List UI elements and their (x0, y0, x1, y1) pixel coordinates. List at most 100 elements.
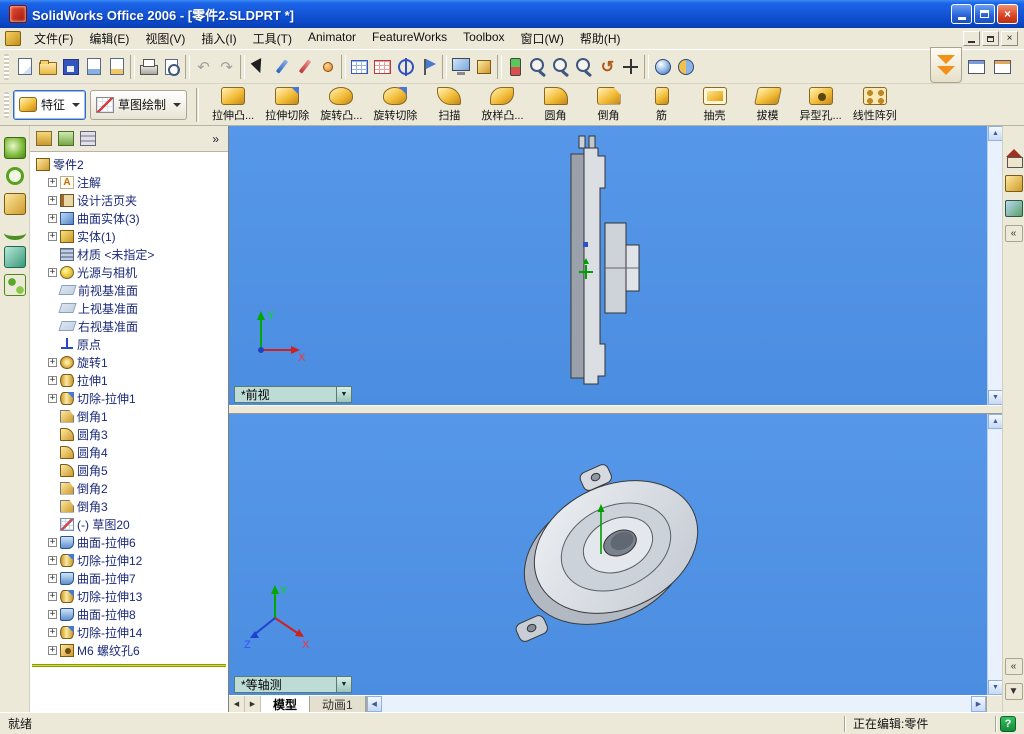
expander-icon[interactable] (48, 340, 57, 349)
rollback-bar[interactable] (32, 664, 226, 667)
tree-item[interactable]: + 光源与相机 (30, 263, 228, 281)
tree-item[interactable]: + M6 螺纹孔6 (30, 641, 228, 659)
feature-button[interactable]: 筋 (637, 86, 687, 124)
feature-button[interactable]: 旋转凸... (316, 86, 366, 124)
expander-icon[interactable]: + (48, 555, 57, 565)
save-icon[interactable] (59, 55, 82, 79)
tree-item[interactable]: 倒角2 (30, 479, 228, 497)
feature-button[interactable]: 倒角 (584, 86, 634, 124)
task-pane-window-icon[interactable] (965, 55, 988, 79)
viewport-scrollbar[interactable]: ▲ ▼ (987, 414, 1002, 695)
menu-item[interactable]: 插入(I) (193, 28, 244, 49)
make-assembly-icon[interactable] (105, 55, 128, 79)
tab-animation1[interactable]: 动画1 (310, 696, 366, 712)
expander-icon[interactable] (48, 322, 57, 331)
panel-expand-chevron-icon[interactable]: » (209, 132, 222, 146)
rotate-view-icon[interactable] (596, 55, 619, 79)
close-button[interactable]: × (997, 4, 1018, 24)
redo-icon[interactable] (215, 55, 238, 79)
tree-item[interactable]: + 曲面-拉伸8 (30, 605, 228, 623)
equations-icon[interactable] (371, 55, 394, 79)
task-pane-chevron-button[interactable] (930, 46, 962, 83)
expander-icon[interactable]: + (48, 573, 57, 583)
expander-icon[interactable] (48, 412, 57, 421)
helix-tool-icon[interactable] (3, 274, 26, 296)
tree-item[interactable]: 上视基准面 (30, 299, 228, 317)
toolbar-drag-handle[interactable] (4, 53, 9, 80)
expander-icon[interactable]: + (48, 375, 57, 385)
tree-item[interactable]: 倒角1 (30, 407, 228, 425)
expander-icon[interactable]: + (48, 627, 57, 637)
expander-icon[interactable]: + (48, 195, 57, 205)
expander-icon[interactable]: + (48, 645, 57, 655)
feature-button[interactable]: 圆角 (531, 86, 581, 124)
pan-icon[interactable] (619, 55, 642, 79)
menu-item[interactable]: 文件(F) (26, 28, 81, 49)
chevron-down-icon[interactable]: ▼ (336, 387, 351, 402)
help-icon[interactable]: ? (1000, 715, 1016, 732)
select-icon[interactable] (247, 55, 270, 79)
menu-item[interactable]: Animator (300, 28, 364, 49)
featuremanager-tab-icon[interactable] (36, 131, 52, 146)
restore-button[interactable] (974, 4, 995, 24)
design-table-icon[interactable] (348, 55, 371, 79)
expander-icon[interactable] (48, 466, 57, 475)
expander-icon[interactable] (48, 484, 57, 493)
scroll-left-icon[interactable]: ◀ (366, 696, 382, 712)
minimize-button[interactable] (951, 4, 972, 24)
display-style-icon[interactable] (472, 55, 495, 79)
tree-item[interactable]: 原点 (30, 335, 228, 353)
tree-item[interactable]: 圆角3 (30, 425, 228, 443)
tree-item[interactable]: + 注解 (30, 173, 228, 191)
appearance-icon[interactable] (1004, 175, 1023, 192)
view-orientation-icon[interactable] (449, 55, 472, 79)
expander-icon[interactable]: + (48, 591, 57, 601)
menu-item[interactable]: 帮助(H) (572, 28, 629, 49)
scroll-up-icon[interactable]: ▲ (988, 126, 1002, 141)
tree-item[interactable]: + 切除-拉伸14 (30, 623, 228, 641)
print-preview-icon[interactable] (160, 55, 183, 79)
expander-icon[interactable]: + (48, 213, 57, 223)
filter-flag-icon[interactable] (417, 55, 440, 79)
tree-item[interactable]: + 旋转1 (30, 353, 228, 371)
selection-filter-icon[interactable] (394, 55, 417, 79)
feature-button[interactable]: 扫描 (424, 86, 474, 124)
feature-button[interactable]: 线性阵列 (849, 86, 901, 124)
feature-button[interactable]: 异型孔... (796, 86, 846, 124)
expander-icon[interactable]: + (48, 177, 57, 187)
open-icon[interactable] (36, 55, 59, 79)
features-tab-button[interactable]: 特征 (13, 89, 87, 120)
mdi-minimize-button[interactable] (963, 31, 980, 46)
menu-item[interactable]: FeatureWorks (364, 28, 455, 49)
tree-item[interactable]: + 设计活页夹 (30, 191, 228, 209)
expander-icon[interactable] (48, 448, 57, 457)
expander-icon[interactable] (48, 304, 57, 313)
mdi-close-button[interactable]: × (1001, 31, 1018, 46)
curve-tool-icon[interactable] (3, 226, 26, 240)
viewport-scrollbar[interactable]: ▲ ▼ (987, 126, 1002, 405)
scroll-right-icon[interactable]: ▶ (971, 696, 986, 712)
viewport-isometric[interactable]: Y X Z *等轴测 ▼ ▲ ▼ (229, 414, 1002, 695)
tree-item[interactable]: + 实体(1) (30, 227, 228, 245)
menu-item[interactable]: 视图(V) (137, 28, 193, 49)
feature-button[interactable]: 抽壳 (690, 86, 740, 124)
rebuild-icon[interactable] (504, 55, 527, 79)
expander-icon[interactable] (48, 502, 57, 511)
tab-model[interactable]: 模型 (261, 696, 311, 712)
home-view-icon[interactable] (1005, 149, 1023, 168)
point-icon[interactable] (316, 55, 339, 79)
toolbar-drag-handle[interactable] (4, 91, 9, 118)
tree-item[interactable]: + 曲面实体(3) (30, 209, 228, 227)
zoom-in-out-icon[interactable] (573, 55, 596, 79)
sketch-icon[interactable] (270, 55, 293, 79)
collapse-chevron-icon[interactable]: « (1004, 225, 1023, 242)
tree-item[interactable]: + 切除-拉伸1 (30, 389, 228, 407)
expander-icon[interactable]: + (48, 537, 57, 547)
undo-icon[interactable] (192, 55, 215, 79)
expander-icon[interactable]: + (48, 357, 57, 367)
tree-item[interactable]: (-) 草图20 (30, 515, 228, 533)
tree-item[interactable]: + 曲面-拉伸6 (30, 533, 228, 551)
chevron-down-icon[interactable]: ▼ (336, 677, 351, 692)
tree-item[interactable]: 右视基准面 (30, 317, 228, 335)
tree-item[interactable]: + 曲面-拉伸7 (30, 569, 228, 587)
